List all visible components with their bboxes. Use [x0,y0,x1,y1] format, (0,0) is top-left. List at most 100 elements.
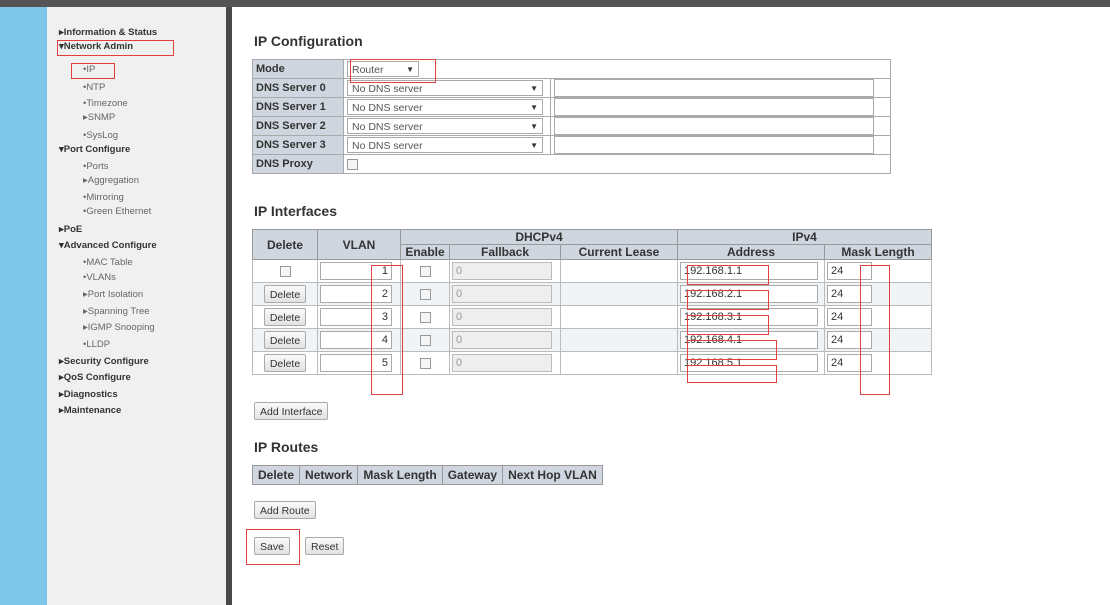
nav-port-isolation[interactable]: ▸Port Isolation [83,289,143,300]
dhcp-enable-checkbox[interactable] [419,265,431,277]
dns-server-2-select[interactable]: No DNS server ▼ [347,118,543,134]
sidebar-nav: ▸Information & Status ▾Network Admin •IP… [47,7,226,605]
col-vlan: VLAN [317,229,401,260]
delete-button[interactable]: Delete [263,308,307,326]
route-col-mask-length: Mask Length [357,465,443,485]
nav-vlans[interactable]: •VLANs [83,272,116,283]
top-bar [0,0,1110,7]
mask-length-input[interactable]: 24 [827,285,872,303]
dns-proxy-checkbox[interactable] [347,158,358,170]
save-button[interactable]: Save [254,537,290,555]
vlan-input[interactable]: 5 [320,354,392,372]
address-input[interactable]: 192.168.3.1 [680,308,818,326]
nav-maintenance[interactable]: ▸Maintenance [59,405,121,416]
address-input[interactable]: 192.168.4.1 [680,331,818,349]
dns-server-0-input[interactable] [554,79,874,97]
nav-mirroring[interactable]: •Mirroring [83,192,124,203]
dns-server-3-value: No DNS server [352,140,423,152]
vlan-input[interactable]: 3 [320,308,392,326]
nav-qos-configure[interactable]: ▸QoS Configure [59,372,131,383]
add-interface-button[interactable]: Add Interface [254,402,329,420]
dhcp-enable-checkbox[interactable] [419,357,431,369]
left-accent-strip [0,7,47,605]
reset-button[interactable]: Reset [305,537,345,555]
nav-ports[interactable]: •Ports [83,161,109,172]
fallback-input[interactable]: 0 [452,285,552,303]
mode-label: Mode [252,59,344,79]
fallback-input[interactable]: 0 [452,262,552,280]
chevron-down-icon: ▼ [406,65,414,74]
delete-button[interactable]: Delete [263,354,307,372]
dhcp-enable-checkbox[interactable] [419,334,431,346]
route-col-next-hop-vlan: Next Hop VLAN [502,465,603,485]
mode-value: Router [352,64,384,76]
nav-diagnostics[interactable]: ▸Diagnostics [59,389,118,400]
table-row: Delete 2 0 192.168.2.1 24 [252,282,932,306]
dns-server-1-input[interactable] [554,98,874,116]
dns-server-2-input[interactable] [554,117,874,135]
nav-port-configure[interactable]: ▾Port Configure [59,144,130,155]
mask-length-input[interactable]: 24 [827,331,872,349]
nav-advanced-configure[interactable]: ▾Advanced Configure [59,240,157,251]
table-row: Delete 3 0 192.168.3.1 24 [252,305,932,329]
nav-lldp[interactable]: •LLDP [83,339,110,350]
ip-interfaces-table: Delete VLAN DHCPv4 IPv4 Enable Fallback … [252,229,932,375]
nav-syslog[interactable]: •SysLog [83,130,118,141]
delete-button[interactable]: Delete [263,285,307,303]
nav-ntp[interactable]: •NTP [83,82,105,93]
ip-routes-title: IP Routes [254,439,319,455]
route-col-gateway: Gateway [441,465,504,485]
dhcp-enable-checkbox[interactable] [419,311,431,323]
mask-length-input[interactable]: 24 [827,308,872,326]
current-lease-cell [560,305,678,329]
dns-server-3-input[interactable] [554,136,874,154]
dns-server-1-label: DNS Server 1 [252,97,344,117]
add-route-button[interactable]: Add Route [254,501,316,519]
chevron-down-icon: ▼ [530,141,538,150]
dns-server-0-select[interactable]: No DNS server ▼ [347,80,543,96]
nav-green-ethernet[interactable]: •Green Ethernet [83,206,151,217]
chevron-down-icon: ▼ [530,122,538,131]
dns-server-1-select[interactable]: No DNS server ▼ [347,99,543,115]
fallback-input[interactable]: 0 [452,354,552,372]
nav-aggregation[interactable]: ▸Aggregation [83,175,139,186]
fallback-input[interactable]: 0 [452,331,552,349]
col-address: Address [677,244,825,260]
delete-button[interactable]: Delete [263,331,307,349]
nav-spanning-tree[interactable]: ▸Spanning Tree [83,306,150,317]
dns-server-1-value: No DNS server [352,102,423,114]
dns-server-0-label: DNS Server 0 [252,78,344,98]
dns-server-2-value: No DNS server [352,121,423,133]
nav-network-admin[interactable]: ▾Network Admin [59,41,133,52]
nav-snmp[interactable]: ▸SNMP [83,112,115,123]
nav-information-status[interactable]: ▸Information & Status [59,27,157,38]
vlan-input[interactable]: 4 [320,331,392,349]
col-current-lease: Current Lease [560,244,678,260]
address-input[interactable]: 192.168.5.1 [680,354,818,372]
current-lease-cell [560,259,678,283]
address-input[interactable]: 192.168.1.1 [680,262,818,280]
nav-security-configure[interactable]: ▸Security Configure [59,356,149,367]
chevron-down-icon: ▼ [530,84,538,93]
nav-mac-table[interactable]: •MAC Table [83,257,133,268]
nav-igmp-snooping[interactable]: ▸IGMP Snooping [83,322,155,333]
chevron-down-icon: ▼ [530,103,538,112]
mask-length-input[interactable]: 24 [827,354,872,372]
main-content: IP Configuration Mode Router ▼ DNS Serve… [232,7,1110,605]
nav-timezone[interactable]: •Timezone [83,98,128,109]
dns-server-3-select[interactable]: No DNS server ▼ [347,137,543,153]
col-dhcpv4: DHCPv4 [400,229,678,245]
mode-select[interactable]: Router ▼ [347,61,419,77]
address-input[interactable]: 192.168.2.1 [680,285,818,303]
dhcp-enable-checkbox[interactable] [419,288,431,300]
nav-poe[interactable]: ▸PoE [59,224,82,235]
delete-checkbox[interactable] [279,265,291,277]
fallback-input[interactable]: 0 [452,308,552,326]
col-delete: Delete [252,229,318,260]
nav-ip[interactable]: •IP [83,64,95,75]
vlan-input[interactable]: 2 [320,285,392,303]
table-row: Delete 4 0 192.168.4.1 24 [252,328,932,352]
col-enable: Enable [400,244,450,260]
vlan-input[interactable]: 1 [320,262,392,280]
mask-length-input[interactable]: 24 [827,262,872,280]
